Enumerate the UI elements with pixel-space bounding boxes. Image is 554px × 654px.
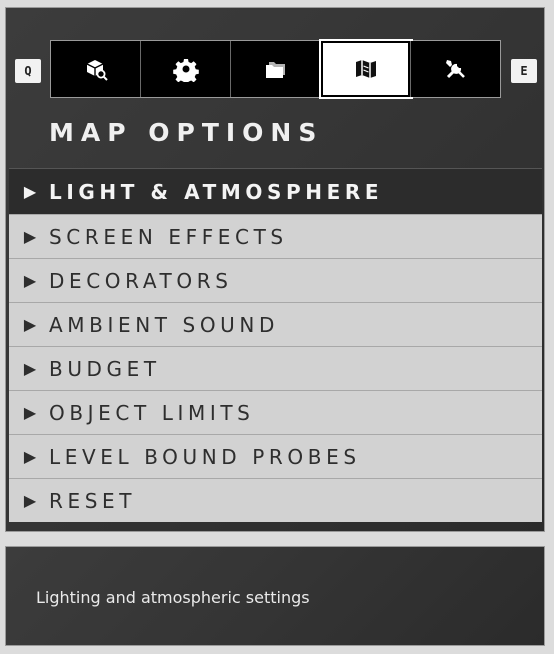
menu-item-label: AMBIENT SOUND bbox=[49, 312, 279, 337]
description-panel: Lighting and atmospheric settings bbox=[5, 546, 545, 646]
settings-gear-icon bbox=[172, 59, 199, 82]
options-menu: ▶ LIGHT & ATMOSPHERE ▶ SCREEN EFFECTS ▶ … bbox=[9, 168, 542, 522]
menu-item-ambient-sound[interactable]: ▶ AMBIENT SOUND bbox=[9, 302, 542, 346]
tab-object-browser[interactable] bbox=[51, 41, 141, 97]
menu-item-reset[interactable]: ▶ RESET bbox=[9, 478, 542, 522]
folder-icon bbox=[265, 62, 285, 78]
menu-item-budget[interactable]: ▶ BUDGET bbox=[9, 346, 542, 390]
menu-item-label: SCREEN EFFECTS bbox=[49, 224, 288, 249]
menu-item-light-atmosphere[interactable]: ▶ LIGHT & ATMOSPHERE bbox=[9, 168, 542, 214]
expand-arrow-icon: ▶ bbox=[23, 491, 37, 510]
prev-tab-key-hint: Q bbox=[15, 59, 41, 83]
menu-item-object-limits[interactable]: ▶ OBJECT LIMITS bbox=[9, 390, 542, 434]
menu-item-level-bound-probes[interactable]: ▶ LEVEL BOUND PROBES bbox=[9, 434, 542, 478]
object-browser-icon bbox=[86, 60, 108, 81]
menu-item-label: BUDGET bbox=[49, 356, 161, 381]
tools-icon bbox=[445, 60, 465, 79]
menu-item-screen-effects[interactable]: ▶ SCREEN EFFECTS bbox=[9, 214, 542, 258]
menu-item-label: LEVEL BOUND PROBES bbox=[49, 444, 361, 469]
expand-arrow-icon: ▶ bbox=[23, 271, 37, 290]
expand-arrow-icon: ▶ bbox=[23, 227, 37, 246]
tab-files[interactable] bbox=[231, 41, 321, 97]
menu-item-label: LIGHT & ATMOSPHERE bbox=[49, 179, 384, 204]
menu-item-label: RESET bbox=[49, 488, 137, 513]
expand-arrow-icon: ▶ bbox=[23, 403, 37, 422]
tab-map-options[interactable] bbox=[319, 39, 413, 99]
next-tab-key-hint: E bbox=[511, 59, 537, 83]
map-icon bbox=[355, 60, 376, 78]
page-title: MAP OPTIONS bbox=[49, 118, 324, 147]
menu-item-decorators[interactable]: ▶ DECORATORS bbox=[9, 258, 542, 302]
expand-arrow-icon: ▶ bbox=[23, 315, 37, 334]
expand-arrow-icon: ▶ bbox=[23, 359, 37, 378]
expand-arrow-icon: ▶ bbox=[23, 447, 37, 466]
expand-arrow-icon: ▶ bbox=[23, 182, 37, 201]
tab-bar bbox=[50, 39, 501, 99]
description-text: Lighting and atmospheric settings bbox=[36, 588, 310, 607]
tab-tools[interactable] bbox=[411, 41, 500, 97]
menu-item-label: OBJECT LIMITS bbox=[49, 400, 255, 425]
tab-settings[interactable] bbox=[141, 41, 231, 97]
menu-item-label: DECORATORS bbox=[49, 268, 233, 293]
